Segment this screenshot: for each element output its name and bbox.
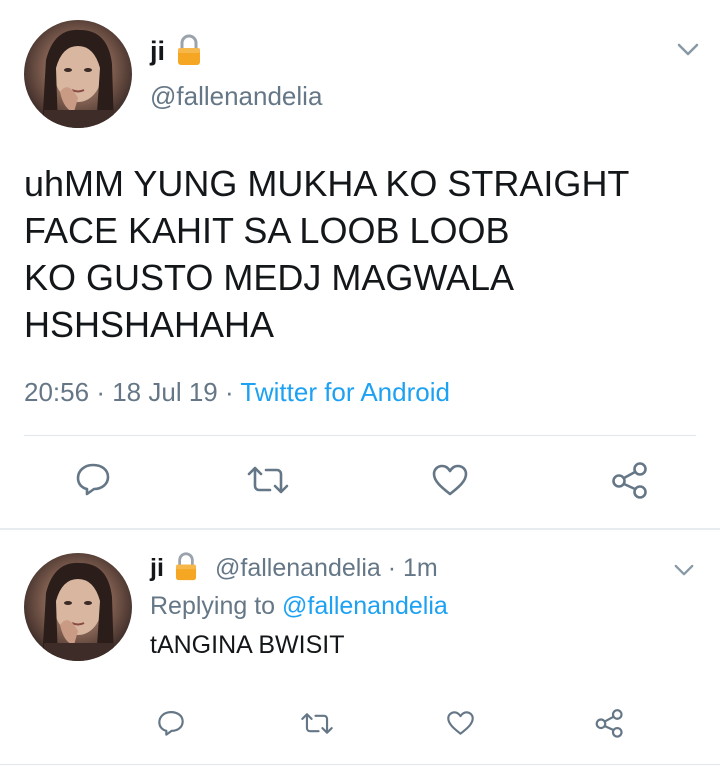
- retweet-icon[interactable]: [246, 464, 290, 496]
- divider: [0, 528, 720, 530]
- meta-separator: ·: [96, 377, 105, 407]
- tweet-date: 18 Jul 19: [112, 377, 218, 407]
- tweet-age: 1m: [403, 554, 438, 582]
- like-icon[interactable]: [446, 710, 475, 736]
- lock-icon: [174, 551, 198, 587]
- tweet-meta: 20:56 · 18 Jul 19 · Twitter for Android: [24, 376, 450, 408]
- retweet-icon[interactable]: [300, 711, 334, 736]
- share-icon[interactable]: [594, 708, 625, 738]
- author-handle[interactable]: @fallenandelia: [150, 80, 322, 112]
- reply-header-meta: @fallenandelia · 1m: [215, 553, 438, 583]
- author-name[interactable]: ji: [150, 35, 165, 67]
- reply-icon[interactable]: [157, 709, 185, 737]
- replying-to: Replying to @fallenandelia: [150, 591, 448, 621]
- avatar[interactable]: [24, 20, 132, 128]
- lock-icon: [176, 33, 202, 72]
- avatar[interactable]: [24, 553, 132, 661]
- meta-separator: ·: [224, 377, 234, 407]
- divider: [24, 435, 696, 436]
- share-icon[interactable]: [610, 461, 650, 499]
- author-handle[interactable]: @fallenandelia: [215, 554, 381, 582]
- meta-separator: ·: [387, 554, 397, 582]
- chevron-down-icon[interactable]: [673, 563, 695, 578]
- tweet-source-link[interactable]: Twitter for Android: [240, 377, 450, 407]
- tweet-time: 20:56: [24, 377, 90, 407]
- reply-icon[interactable]: [75, 461, 111, 497]
- reply-text: tANGINA BWISIT: [150, 631, 345, 659]
- like-icon[interactable]: [431, 463, 469, 497]
- tweet-text: uhMM YUNG MUKHA KO STRAIGHT FACE KAHIT S…: [24, 163, 630, 345]
- chevron-down-icon[interactable]: [676, 42, 700, 58]
- replying-to-label: Replying to: [150, 592, 276, 620]
- author-name[interactable]: ji: [150, 553, 164, 583]
- divider: [0, 764, 720, 765]
- replying-to-handle[interactable]: @fallenandelia: [282, 592, 448, 620]
